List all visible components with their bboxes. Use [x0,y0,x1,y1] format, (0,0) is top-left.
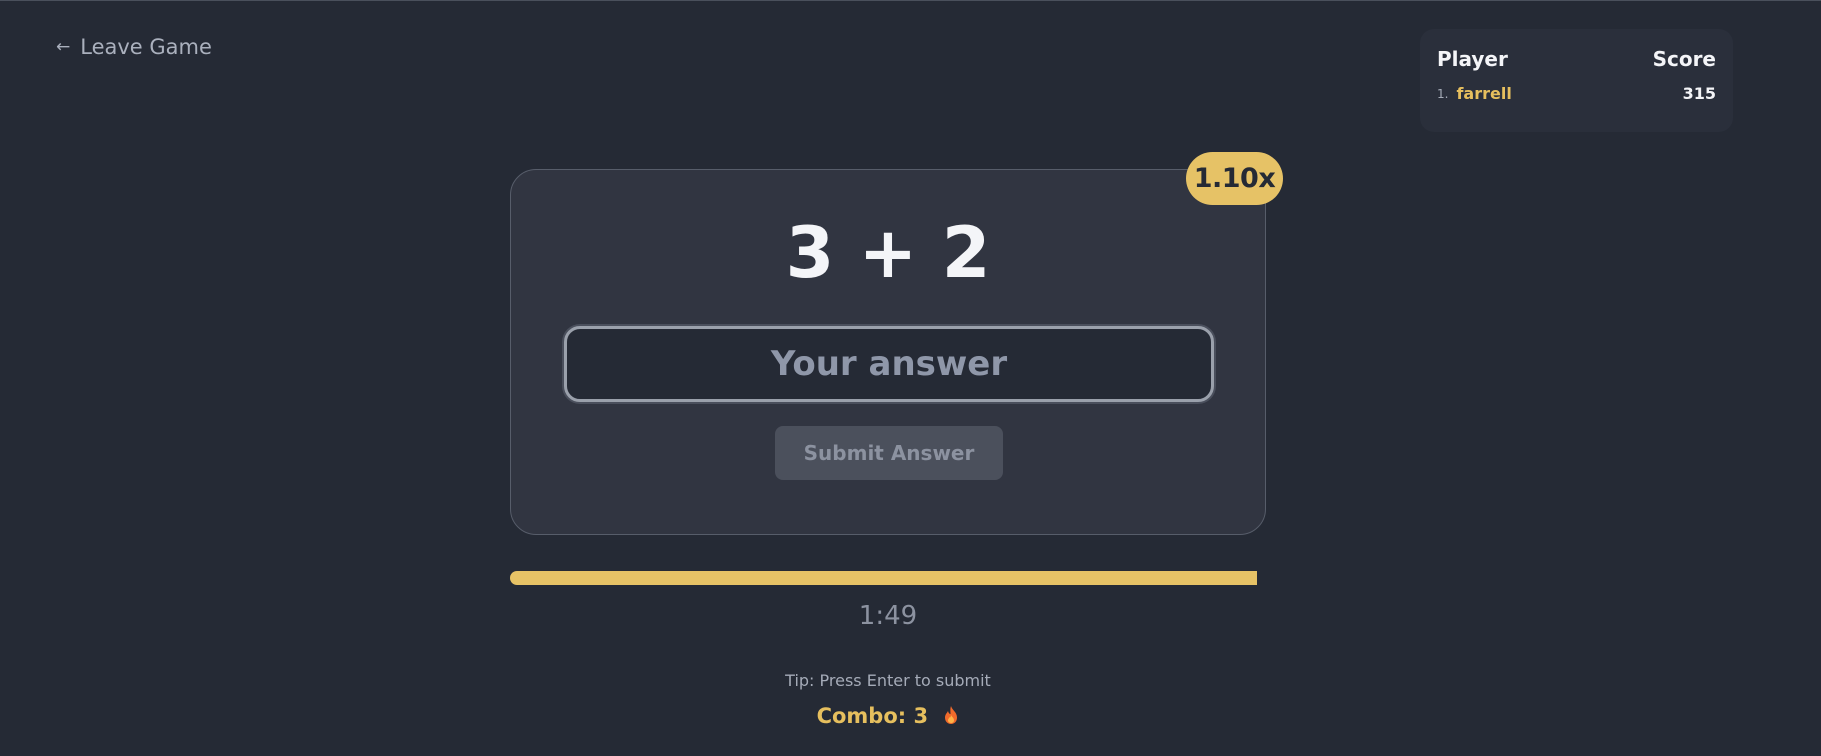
multiplier-badge: 1.10x [1186,152,1283,205]
player-column-header: Player [1437,47,1508,71]
player-score: 315 [1682,84,1716,103]
question-text: 3 + 2 [785,212,991,294]
leave-game-label: Leave Game [80,35,212,59]
player-rank: 1. [1437,86,1449,101]
time-progress-fill [510,571,1257,585]
leaderboard: Player Score 1. farrell 315 [1420,29,1733,132]
score-column-header: Score [1652,47,1716,71]
timer-text: 1:49 [858,601,918,631]
submit-answer-button[interactable]: Submit Answer [775,426,1003,480]
question-card: 3 + 2 Submit Answer [510,169,1266,535]
combo-label: Combo: 3 [816,704,929,728]
arrow-left-icon: ← [56,36,71,57]
time-progress-bar [510,571,1257,585]
leave-game-link[interactable]: ← Leave Game [56,35,212,59]
leaderboard-header: Player Score [1437,47,1716,71]
fire-icon [943,705,959,730]
combo-counter: Combo: 3 [0,704,1776,730]
player-name: farrell [1456,84,1512,103]
tip-text: Tip: Press Enter to submit [785,671,991,690]
answer-input[interactable] [564,326,1214,402]
leaderboard-row: 1. farrell 315 [1437,84,1716,103]
game-screen: ← Leave Game Player Score 1. farrell 315… [0,0,1821,756]
